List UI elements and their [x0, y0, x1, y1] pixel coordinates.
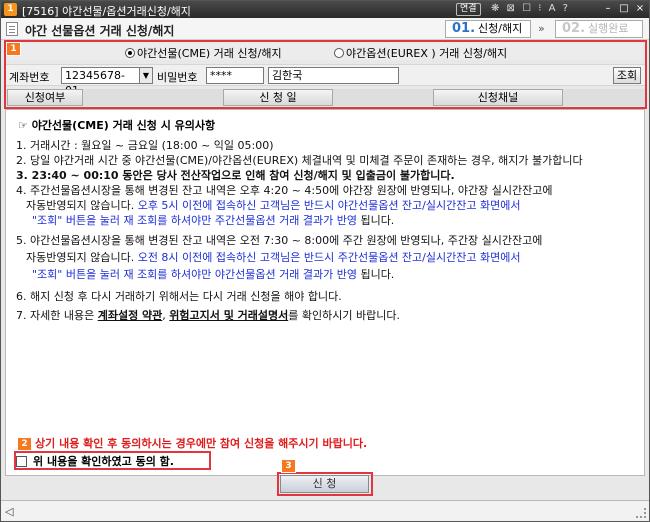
app-window: 1 [7516] 야간선물/옵션거래신청/해지 연결 ❋ ⊠ ☐ ⁝ A ? –…: [0, 0, 650, 522]
connect-button[interactable]: 연결: [456, 3, 481, 16]
notice-line-4b-text: 자동반영되지 않습니다.: [26, 199, 135, 212]
notice-line-5c: "조회" 버튼을 눌러 재 조회를 하셔야만 야간선물옵션 거래 결과가 반영 …: [32, 266, 394, 282]
notice-line-4: 4. 주간선물옵션시장을 통해 변경된 잔고 내역은 오후 4:20 ~ 4:5…: [16, 184, 553, 197]
notice-line-2: 2. 당일 야간거래 시간 중 야간선물(CME)/야간옵션(EUREX) 체결…: [16, 154, 583, 167]
highlight-badge-2: 2: [17, 437, 32, 451]
notice-line-5b-blue: 오전 8시 이전에 접속하신 고객님은 반드시 주간선물옵션 잔고/실시간잔고 …: [134, 251, 521, 264]
account-terms-link[interactable]: 계좌설정 약관: [98, 309, 163, 322]
window-number-badge: 1: [4, 3, 17, 16]
notice-line-4b: 자동반영되지 않습니다. 오후 5시 이전에 접속하신 고객님은 반드시 야간선…: [26, 197, 520, 213]
notice-line-5b-text: 자동반영되지 않습니다.: [26, 251, 135, 264]
notice-line-5c-text: 됩니다.: [356, 268, 395, 281]
minimize-button[interactable]: –: [601, 3, 615, 16]
notice-line-1: 1. 거래시간 : 월요일 ~ 금요일 (18:00 ~ 익일 05:00): [16, 139, 274, 152]
notice-line-5: 5. 야간선물옵션시장을 통해 변경된 잔고 내역은 오전 7:30 ~ 8:0…: [16, 234, 543, 247]
speaker-icon[interactable]: ◁: [5, 505, 13, 518]
window-title: [7516] 야간선물/옵션거래신청/해지: [22, 5, 191, 18]
step1-number: 01.: [452, 21, 476, 36]
maximize-button[interactable]: □: [617, 3, 631, 16]
risk-disclosure-link[interactable]: 위험고지서 및 거래설명서: [169, 309, 288, 322]
page-header: 야간 선물옵션 거래 신청/해지 01. 신청/해지 » 02. 실행완료: [1, 18, 649, 40]
close-button[interactable]: ×: [633, 3, 647, 16]
notice-line-7-post: 를 확인하시기 바랍니다.: [288, 309, 400, 322]
highlight-badge-1: 1: [6, 42, 21, 56]
agreement-notice: 상기 내용 확인 후 동의하시는 경우에만 참여 신청을 해주시기 바랍니다.: [35, 437, 368, 450]
notice-line-3: 3. 23:40 ~ 00:10 동안은 당사 전산작업으로 인해 참여 신청/…: [16, 169, 455, 182]
page-title: 야간 선물옵션 거래 신청/해지: [25, 24, 175, 38]
step-arrow-icon: »: [538, 22, 545, 35]
notice-line-5b: 자동반영되지 않습니다. 오전 8시 이전에 접속하신 고객님은 반드시 주간선…: [26, 249, 520, 265]
toolbar-icons[interactable]: ❋ ⊠ ☐ ⁝ A ?: [491, 3, 570, 14]
document-icon: [6, 22, 18, 36]
notice-line-4c: "조회" 버튼을 눌러 재 조회를 하셔야만 주간선물옵션 거래 결과가 반영 …: [32, 212, 394, 228]
step2-label: 실행완료: [588, 22, 629, 35]
notice-heading: ☞ 야간선물(CME) 거래 신청 시 유의사항: [18, 119, 216, 132]
step1-label: 신청/해지: [478, 22, 523, 35]
highlight-box-1: [4, 40, 647, 109]
highlight-box-3: [277, 472, 373, 496]
notice-line-7: 7. 자세한 내용은 계좌설정 약관, 위험고지서 및 거래설명서를 확인하시기…: [16, 307, 400, 323]
step-complete: 02. 실행완료: [555, 20, 643, 38]
notice-line-4b-blue: 오후 5시 이전에 접속하신 고객님은 반드시 야간선물옵션 잔고/실시간잔고 …: [134, 199, 521, 212]
resize-grip-icon[interactable]: [636, 508, 646, 518]
notice-line-4c-text: 됩니다.: [356, 214, 395, 227]
notice-line-7-pre: 7. 자세한 내용은: [16, 309, 98, 322]
highlight-badge-3: 3: [281, 459, 296, 473]
step-apply-cancel: 01. 신청/해지: [445, 20, 531, 38]
highlight-box-2: [14, 451, 211, 470]
title-bar: 1 [7516] 야간선물/옵션거래신청/해지 연결 ❋ ⊠ ☐ ⁝ A ? –…: [1, 1, 649, 18]
notice-line-4c-blue: "조회" 버튼을 눌러 재 조회를 하셔야만 주간선물옵션 거래 결과가 반영: [32, 214, 357, 227]
notice-line-5c-blue: "조회" 버튼을 눌러 재 조회를 하셔야만 야간선물옵션 거래 결과가 반영: [32, 268, 357, 281]
notice-panel: ☞ 야간선물(CME) 거래 신청 시 유의사항 1. 거래시간 : 월요일 ~…: [5, 109, 645, 476]
step2-number: 02.: [562, 21, 586, 36]
status-bar: ◁: [1, 500, 649, 521]
notice-line-6: 6. 해지 신청 후 다시 거래하기 위해서는 다시 거래 신청을 해야 합니다…: [16, 290, 342, 303]
